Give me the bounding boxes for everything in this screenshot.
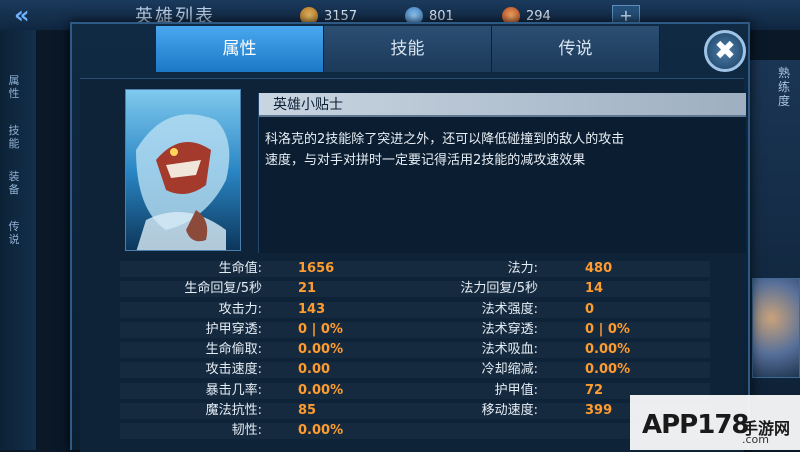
stat-value: 0.00% [298,382,344,398]
stat-label: 攻击力: [218,301,262,317]
close-icon: ✖ [714,36,736,66]
stat-label: 法力回复/5秒 [460,281,538,297]
tips-line-1: 科洛克的2技能除了突进之外，还可以降低碰撞到的敌人的攻击 [265,132,625,147]
stat-label: 法力: [507,261,538,276]
stat-value: 480 [585,261,613,276]
stat-value: 143 [298,301,326,317]
close-button[interactable]: ✖ [704,30,746,72]
stat-value: 0.00% [298,423,344,439]
hero-info-dialog: 属性 技能 传说 ✖ 英雄小贴士 科洛克的2技能除了突进之外，还可以降低碰撞到的… [70,22,750,452]
watermark-domain: .com [742,433,769,446]
tab-skills[interactable]: 技能 [324,26,492,72]
tab-legend[interactable]: 传说 [492,26,660,72]
proficiency-label[interactable]: 熟练度 [778,66,796,108]
tips-body: 科洛克的2技能除了突进之外，还可以降低碰撞到的敌人的攻击 速度，与对手对拼时一定… [259,117,746,171]
stat-row: 攻击速度: 0.00 冷却缩减: 0.00% [80,360,744,380]
stat-value: 85 [298,403,317,419]
stat-label: 攻击速度: [205,362,262,378]
sidebar-item-equipment[interactable]: 装备 [4,170,24,196]
tab-attributes[interactable]: 属性 [156,26,324,72]
tab-bar: 属性 技能 传说 [156,26,660,72]
stat-label: 移动速度: [481,403,538,419]
stat-label: 生命偷取: [205,342,262,358]
stat-value: 72 [585,382,604,398]
stat-value: 399 [585,403,613,419]
stat-value: 14 [585,281,604,297]
stat-value: 0 | 0% [585,321,630,337]
stat-label: 护甲值: [494,382,538,398]
sidebar-item-skills[interactable]: 技能 [4,124,24,150]
hero-thumbnail[interactable] [752,278,800,378]
stat-value: 0 [585,301,595,317]
stat-value: 0.00% [585,342,631,358]
sidebar-item-legend[interactable]: 传说 [4,220,24,246]
stat-label: 生命值: [218,261,262,276]
stat-label: 暴击几率: [205,382,262,398]
stat-row: 生命偷取: 0.00% 法术吸血: 0.00% [80,340,744,360]
stat-value: 0.00 [298,362,331,378]
stat-label: 法术穿透: [481,321,538,337]
stat-value: 0.00% [585,362,631,378]
stat-row: 生命回复/5秒 21 法力回复/5秒 14 [80,279,744,299]
hero-tips-panel: 英雄小贴士 科洛克的2技能除了突进之外，还可以降低碰撞到的敌人的攻击 速度，与对… [258,93,746,253]
stat-value: 21 [298,281,317,297]
stat-label: 法术强度: [481,301,538,317]
right-sidebar [745,60,800,450]
stat-label: 法术吸血: [481,342,538,358]
stat-value: 0 | 0% [298,321,343,337]
hero-portrait [125,89,241,251]
stat-label: 魔法抗性: [205,403,262,419]
sidebar-item-attributes[interactable]: 属性 [4,74,24,100]
left-sidebar: 属性 技能 装备 传说 [0,30,36,450]
stat-label: 韧性: [231,423,262,439]
stat-label: 生命回复/5秒 [184,281,262,297]
stat-value: 1656 [298,261,335,276]
stat-row: 攻击力: 143 法术强度: 0 [80,300,744,320]
watermark-brand: APP178 [642,410,750,440]
tips-line-2: 速度，与对手对拼时一定要记得活用2技能的减攻速效果 [265,153,586,168]
stat-row: 生命值: 1656 法力: 480 [80,259,744,279]
back-arrow-icon[interactable]: « [14,2,54,28]
stat-label: 护甲穿透: [205,321,262,337]
stat-row: 护甲穿透: 0 | 0% 法术穿透: 0 | 0% [80,320,744,340]
hero-portrait-image [126,90,240,250]
stat-value: 0.00% [298,342,344,358]
tips-title: 英雄小贴士 [259,93,746,117]
stat-label: 冷却缩减: [481,362,538,378]
